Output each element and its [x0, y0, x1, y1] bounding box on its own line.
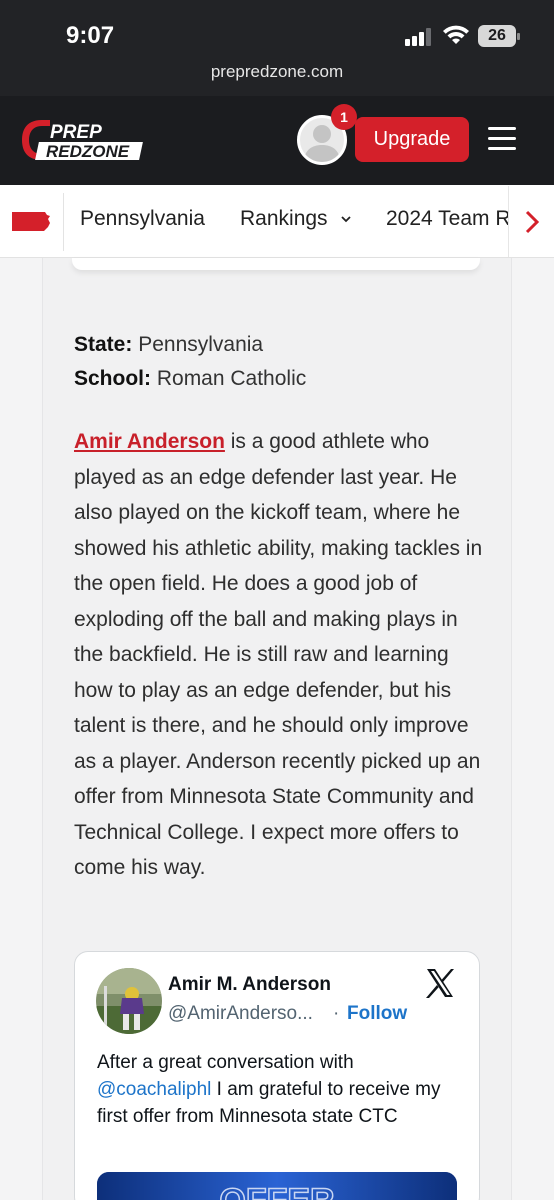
logo-line2: REDZONE [46, 142, 130, 161]
offer-graphic-text: OFFER [219, 1182, 334, 1200]
address-bar-url[interactable]: prepredzone.com [0, 62, 554, 82]
tweet-media-image[interactable]: OFFER [97, 1172, 457, 1200]
notification-badge[interactable]: 1 [331, 104, 357, 130]
nav-scroll-right-button[interactable] [508, 186, 554, 257]
article-text: is a good athlete who played as an edge … [74, 430, 483, 879]
tweet-author-avatar[interactable] [96, 968, 162, 1034]
tweet-mention-link[interactable]: @coachaliphl [97, 1079, 211, 1100]
pennsylvania-state-icon [12, 212, 50, 231]
tweet-author-name[interactable]: Amir M. Anderson [168, 974, 331, 996]
nav-item-rankings[interactable]: Rankings [240, 207, 353, 231]
meta-school: School: Roman Catholic [74, 367, 306, 391]
handle-separator: · [333, 1003, 340, 1024]
article-body: Amir Anderson is a good athlete who play… [74, 424, 484, 886]
school-label: School: [74, 367, 151, 390]
x-logo-icon[interactable] [424, 967, 456, 999]
hamburger-menu-icon[interactable] [488, 127, 516, 151]
football-player-photo [96, 968, 162, 1034]
state-value: Pennsylvania [138, 333, 264, 356]
chevron-right-icon [525, 210, 540, 234]
meta-state: State: Pennsylvania [74, 333, 263, 357]
tweet-author-handle[interactable]: @AmirAnderso... [168, 1003, 313, 1025]
state-label: State: [74, 333, 133, 356]
upgrade-button[interactable]: Upgrade [355, 117, 469, 162]
status-bar: 9:07 26 prepredzone.com [0, 0, 554, 96]
nav-item-2024-team-rankings[interactable]: 2024 Team R [386, 207, 511, 231]
cellular-signal-icon [405, 28, 433, 46]
school-value: Roman Catholic [156, 367, 307, 390]
follow-label: Follow [347, 1003, 408, 1024]
nav-divider [63, 193, 64, 251]
tweet-text-before: After a great conversation with [97, 1052, 354, 1073]
logo-line1: PREP [50, 122, 102, 143]
battery-indicator: 26 [478, 25, 520, 47]
status-time: 9:07 [66, 22, 115, 49]
offer-graphic: OFFER [97, 1172, 457, 1200]
prep-redzone-logo[interactable]: PREP REDZONE [20, 118, 154, 162]
chevron-down-icon [341, 216, 352, 223]
nav-item-rankings-label: Rankings [240, 207, 328, 230]
wifi-icon [443, 25, 469, 44]
nav-item-pennsylvania[interactable]: Pennsylvania [80, 207, 205, 231]
follow-button[interactable]: Follow [347, 1003, 407, 1025]
previous-card-bottom-edge [72, 258, 480, 270]
tweet-text: After a great conversation with @coachal… [97, 1049, 467, 1130]
player-link[interactable]: Amir Anderson [74, 430, 225, 453]
